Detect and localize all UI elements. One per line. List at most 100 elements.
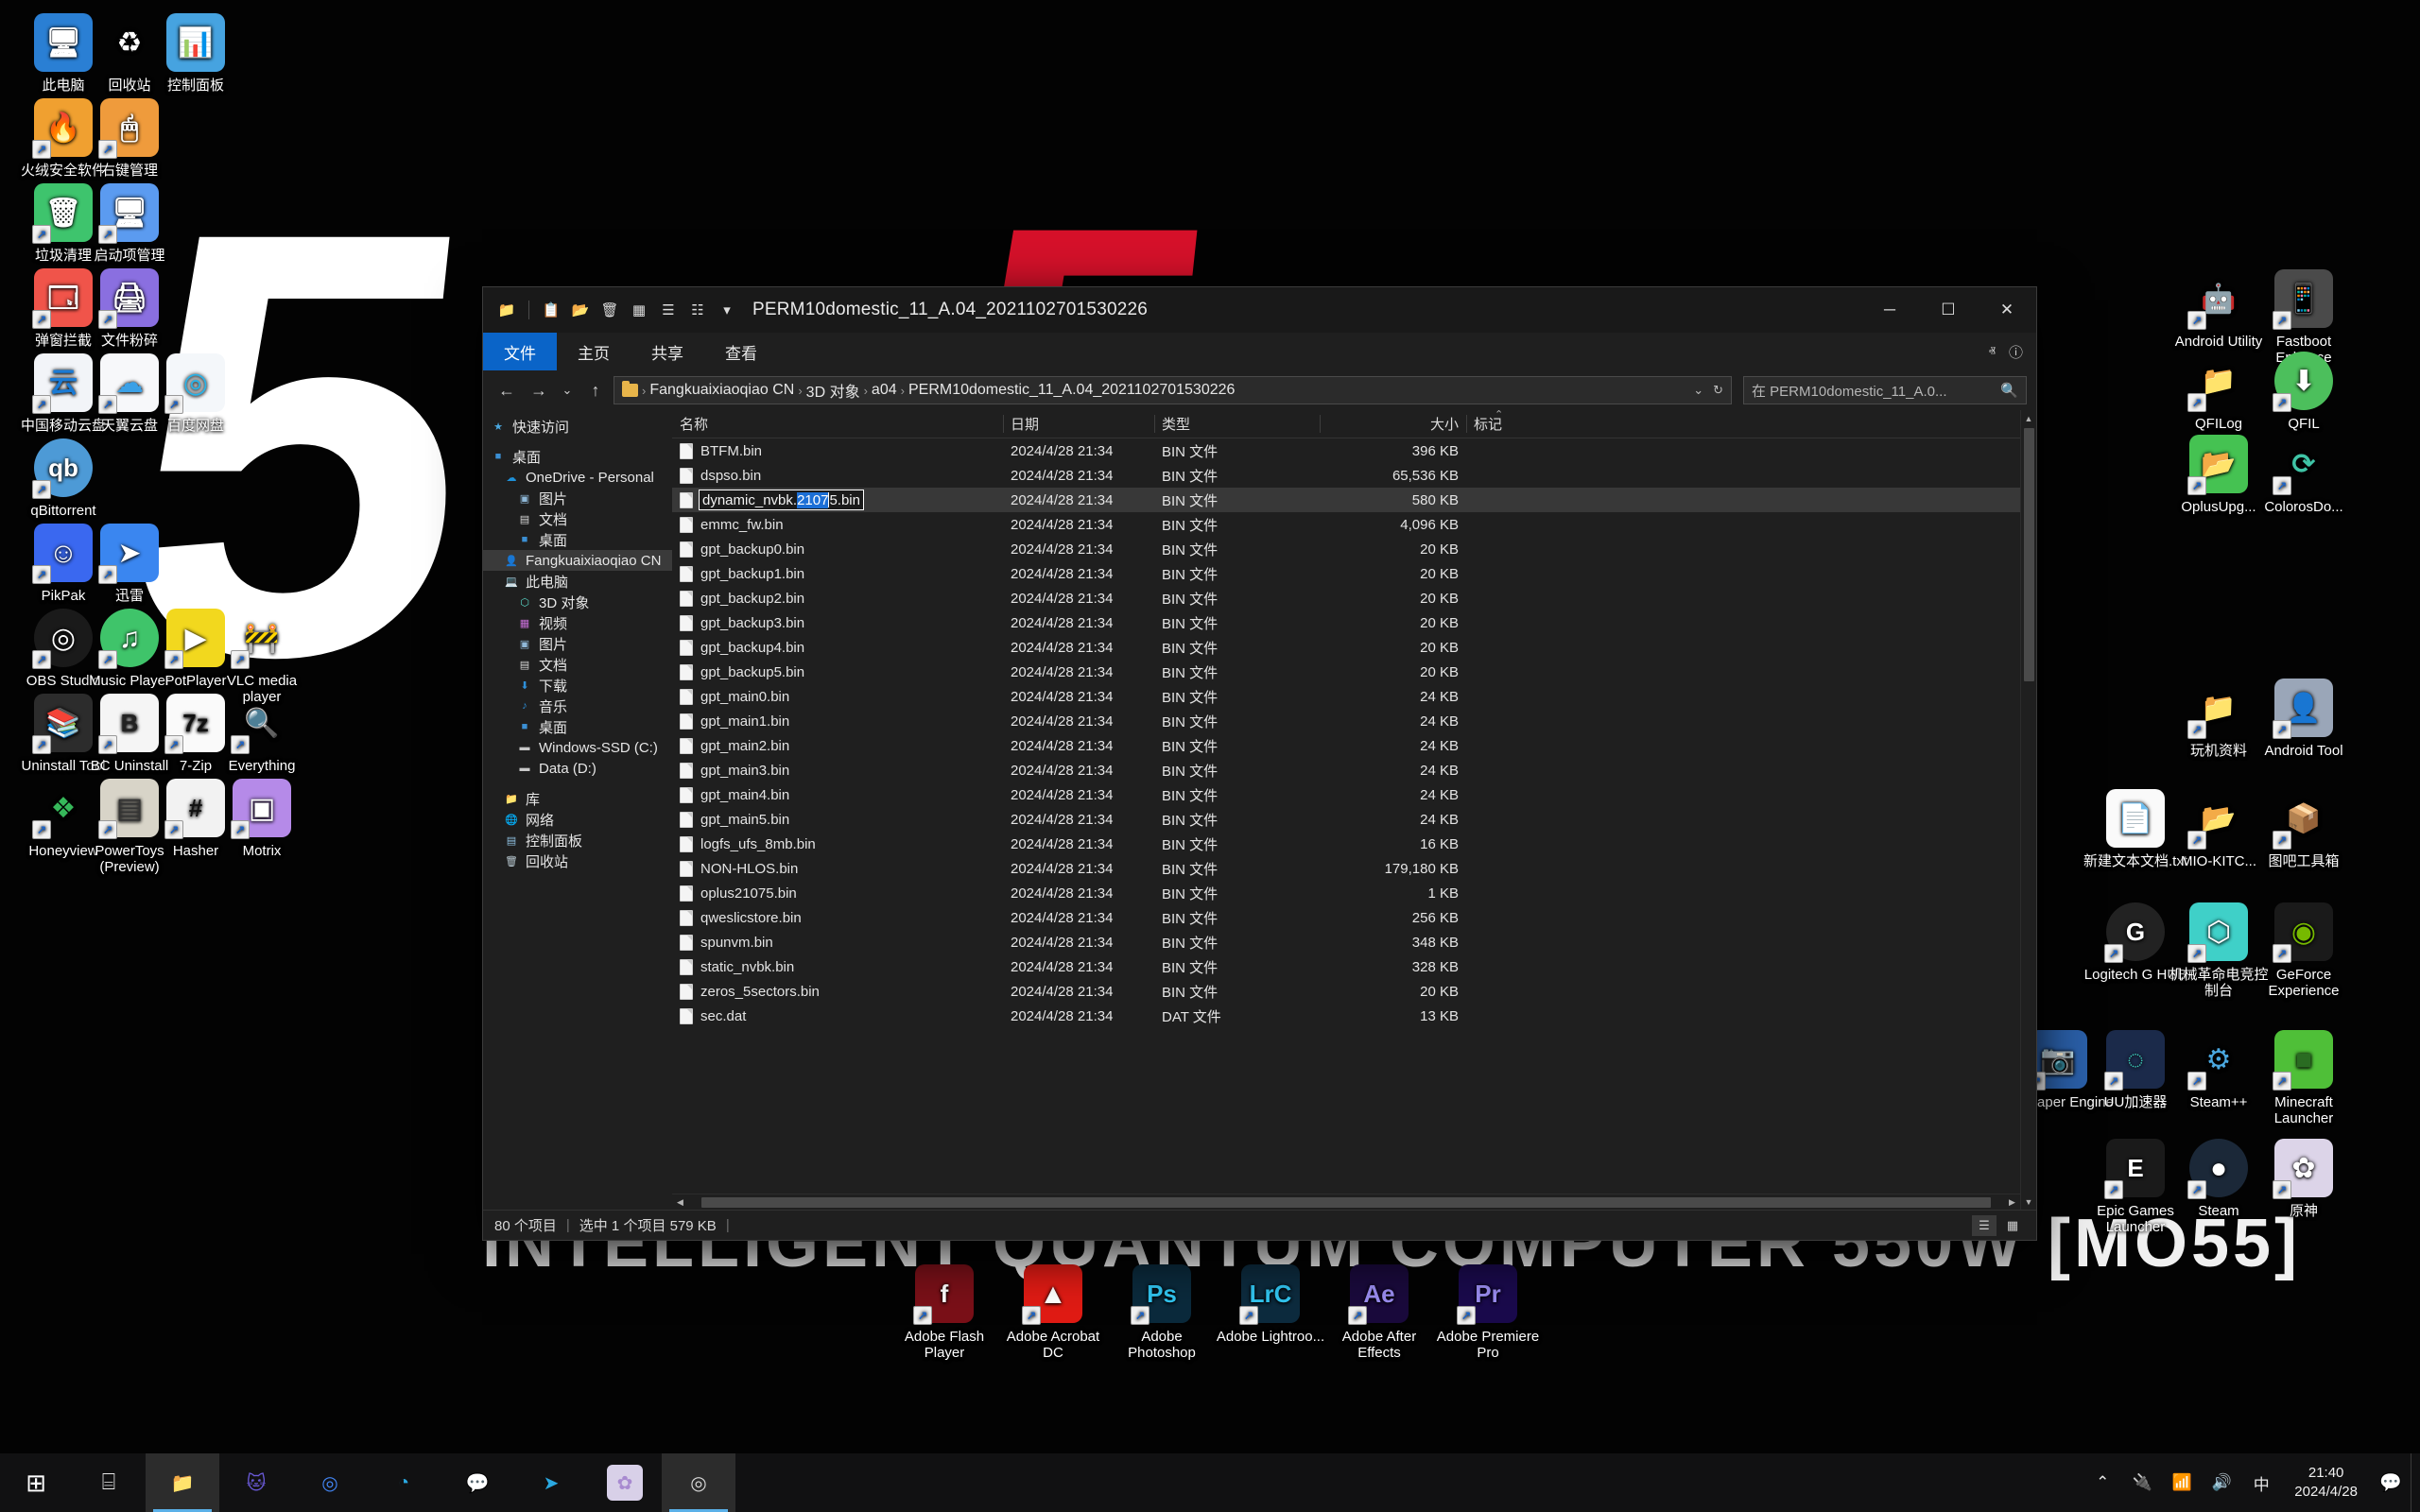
table-row[interactable]: NON-HLOS.bin 2024/4/28 21:34 BIN 文件 179,180… [672, 856, 2020, 881]
file-name-cell[interactable]: emmc_fw.bin [672, 516, 1003, 533]
address-bar[interactable]: ← → ⌄ ↑ › Fangkuaixiaoqiao CN › 3D 对象 › a04 › P… [483, 370, 2036, 410]
rename-input[interactable]: dynamic_nvbk. 2107 5.bin [699, 490, 864, 510]
scroll-down-icon[interactable]: ▼ [2021, 1194, 2037, 1210]
table-row[interactable]: zeros_5sectors.bin 2024/4/28 21:34 BIN 文件 2… [672, 979, 2020, 1004]
column-header-tag[interactable]: 标记 [1466, 410, 2020, 438]
volume-icon[interactable]: 🔊 [2202, 1453, 2241, 1512]
taskbar[interactable]: ⊞ ⌸ 📁 🐱 ◎ ◔ 💬 ➤ ✿ ◎ ⌃ 🔌 📶 🔊 中 21:40 2024/4/28 💬 [0, 1453, 2420, 1512]
taskbar-item-file-explorer[interactable]: 📁 [146, 1453, 219, 1512]
ime-icon[interactable]: 中 [2241, 1453, 2281, 1512]
large-icons-view-button[interactable]: ▦ [2000, 1215, 2025, 1236]
desktop-icon-motrix[interactable]: ▣ Motrix [206, 779, 318, 859]
table-row[interactable]: static_nvbk.bin 2024/4/28 21:34 BIN 文件 328 … [672, 954, 2020, 979]
file-name-cell[interactable]: gpt_main5.bin [672, 811, 1003, 828]
desktop-icon-tuba-toolbox[interactable]: 📦 图吧工具箱 [2248, 789, 2360, 869]
file-name-cell[interactable]: NON-HLOS.bin [672, 860, 1003, 877]
delete-icon[interactable]: 🗑 [597, 298, 622, 322]
file-list[interactable]: BTFM.bin 2024/4/28 21:34 BIN 文件 396 KB dspso… [672, 438, 2020, 1194]
file-name-cell[interactable]: logfs_ufs_8mb.bin [672, 835, 1003, 852]
desktop-icon-adobe-photoshop[interactable]: Ps Adobe Photoshop [1106, 1264, 1218, 1361]
file-name-cell[interactable]: dynamic_nvbk. 2107 5.bin [672, 490, 1003, 510]
sidebar-item-快速访问[interactable]: ★ 快速访问 [483, 416, 672, 437]
desktop-icon-xunlei[interactable]: ➤ 迅雷 [74, 524, 185, 604]
back-button[interactable]: ← [493, 376, 521, 404]
table-row[interactable]: logfs_ufs_8mb.bin 2024/4/28 21:34 BIN 文件 16… [672, 832, 2020, 856]
close-button[interactable]: ✕ [1978, 287, 2036, 333]
sidebar-item-下载[interactable]: ⬇ 下载 [483, 675, 672, 696]
ribbon-tab-主页[interactable]: 主页 [557, 333, 631, 370]
file-name-cell[interactable]: gpt_backup2.bin [672, 590, 1003, 607]
taskbar-item-wechat[interactable]: 💬 [441, 1453, 514, 1512]
chevron-down-icon[interactable]: ⌄ [1693, 383, 1703, 398]
wifi-icon[interactable]: 📶 [2162, 1453, 2202, 1512]
quick-access-toolbar[interactable]: 📁 📋 📂 🗑 ▦ ☰ ☷ ▾ [494, 298, 739, 322]
table-row[interactable]: gpt_main2.bin 2024/4/28 21:34 BIN 文件 24 KB [672, 733, 2020, 758]
file-list-pane[interactable]: 名称 日期 类型 大小 标记 ⌃ BTFM.bin 2024/4/28 21:34 BIN 文… [672, 409, 2020, 1210]
system-tray[interactable]: ⌃ 🔌 📶 🔊 中 21:40 2024/4/28 💬 [2083, 1453, 2420, 1512]
start-button[interactable]: ⊞ [0, 1453, 72, 1512]
layout-icon[interactable]: ▦ [627, 298, 651, 322]
breadcrumb-item-1[interactable]: 3D 对象 [806, 379, 860, 402]
sidebar-item-控制面板[interactable]: ▤ 控制面板 [483, 830, 672, 850]
sidebar-item-库[interactable]: 📁 库 [483, 788, 672, 809]
new-folder-icon[interactable]: 📂 [568, 298, 593, 322]
table-row[interactable]: qweslicstore.bin 2024/4/28 21:34 BIN 文件 256… [672, 905, 2020, 930]
file-name-cell[interactable]: BTFM.bin [672, 442, 1003, 459]
horizontal-scroll-track[interactable] [688, 1194, 2004, 1210]
sidebar-item-3D 对象[interactable]: ⬡ 3D 对象 [483, 592, 672, 612]
refresh-icon[interactable]: ↻ [1713, 383, 1723, 398]
sidebar-item-回收站[interactable]: 🗑 回收站 [483, 850, 672, 871]
table-row[interactable]: emmc_fw.bin 2024/4/28 21:34 BIN 文件 4,096 KB [672, 512, 2020, 537]
file-name-cell[interactable]: gpt_main0.bin [672, 688, 1003, 705]
battery-icon[interactable]: 🔌 [2122, 1453, 2162, 1512]
recent-locations-button[interactable]: ⌄ [557, 376, 578, 404]
column-header-type[interactable]: 类型 [1154, 410, 1320, 438]
sidebar-item-Data (D:)[interactable]: ▬ Data (D:) [483, 758, 672, 779]
desktop-icon-coloros-downloader[interactable]: ⟳ ColorosDo... [2248, 435, 2360, 515]
desktop-icon-qfil[interactable]: ⬇ QFIL [2248, 352, 2360, 432]
sidebar-item-图片[interactable]: ▣ 图片 [483, 633, 672, 654]
file-name-cell[interactable]: gpt_backup5.bin [672, 663, 1003, 680]
navigation-pane[interactable]: ★ 快速访问 ■ 桌面 ☁ OneDrive - Personal ▣ 图片 ▤ 文档 ■ 桌面 👤 Fa… [483, 410, 672, 1210]
search-input[interactable]: 在 PERM10domestic_11_A.0... 🔍 [1743, 376, 2027, 404]
scroll-left-icon[interactable]: ◀ [672, 1194, 688, 1211]
file-name-cell[interactable]: gpt_backup0.bin [672, 541, 1003, 558]
table-row[interactable]: gpt_backup5.bin 2024/4/28 21:34 BIN 文件 20 K… [672, 660, 2020, 684]
table-row[interactable]: dspso.bin 2024/4/28 21:34 BIN 文件 65,536 KB [672, 463, 2020, 488]
horizontal-scrollbar[interactable]: ◀ ▶ [672, 1194, 2020, 1210]
taskbar-item-genshin-impact[interactable]: ✿ [588, 1453, 662, 1512]
breadcrumb-item-2[interactable]: a04 [872, 382, 897, 399]
file-name-cell[interactable]: zeros_5sectors.bin [672, 983, 1003, 1000]
file-name-cell[interactable]: gpt_main2.bin [672, 737, 1003, 754]
file-name-cell[interactable]: gpt_main3.bin [672, 762, 1003, 779]
sidebar-item-桌面[interactable]: ■ 桌面 [483, 529, 672, 550]
ribbon-tab-共享[interactable]: 共享 [631, 333, 704, 370]
vertical-scroll-thumb[interactable] [2023, 428, 2034, 681]
desktop-icon-adobe-after-effects[interactable]: Ae Adobe After Effects [1323, 1264, 1435, 1361]
window-title-bar[interactable]: 📁 📋 📂 🗑 ▦ ☰ ☷ ▾ PERM10domestic_11_A.04_20211027… [483, 287, 2036, 333]
column-header-size[interactable]: 大小 [1320, 410, 1466, 438]
breadcrumb[interactable]: › Fangkuaixiaoqiao CN › 3D 对象 › a04 › PERM10dom… [642, 379, 1235, 402]
vertical-scrollbar[interactable]: ▲ ▼ [2020, 410, 2036, 1210]
details-icon[interactable]: ☰ [656, 298, 681, 322]
file-name-cell[interactable]: qweslicstore.bin [672, 909, 1003, 926]
taskbar-item-google-chrome[interactable]: ◎ [293, 1453, 367, 1512]
column-header-date[interactable]: 日期 [1003, 410, 1154, 438]
help-icon[interactable]: ⓘ [2009, 342, 2023, 362]
ribbon-tab-bar[interactable]: 文件 主页 共享 查看 ⱏ ⓘ [483, 333, 2036, 370]
taskbar-item-telegram[interactable]: ➤ [514, 1453, 588, 1512]
action-center-icon[interactable]: 💬 [2371, 1453, 2411, 1512]
properties-icon[interactable]: 📋 [539, 298, 563, 322]
desktop-icon-genshin-impact[interactable]: ✿ 原神 [2248, 1139, 2360, 1219]
desktop-icon-baidu-netdisk[interactable]: ◎ 百度网盘 [140, 353, 251, 434]
breadcrumb-item-3[interactable]: PERM10domestic_11_A.04_2021102701530226 [908, 382, 1235, 399]
file-name-cell[interactable]: oplus21075.bin [672, 885, 1003, 902]
breadcrumb-bar[interactable]: › Fangkuaixiaoqiao CN › 3D 对象 › a04 › PERM10dom… [614, 376, 1732, 404]
sidebar-item-桌面[interactable]: ■ 桌面 [483, 716, 672, 737]
file-name-cell[interactable]: sec.dat [672, 1007, 1003, 1024]
file-explorer-window[interactable]: 📁 📋 📂 🗑 ▦ ☰ ☷ ▾ PERM10domestic_11_A.04_20211027… [482, 286, 2037, 1241]
table-row[interactable]: gpt_backup3.bin 2024/4/28 21:34 BIN 文件 20 K… [672, 610, 2020, 635]
table-row[interactable]: dynamic_nvbk. 2107 5.bin 2024/4/28 21:34 BIN… [672, 488, 2020, 512]
save-folder-icon[interactable]: 📁 [494, 298, 519, 322]
desktop-icon-startup-manager[interactable]: 🖥 启动项管理 [74, 183, 185, 264]
